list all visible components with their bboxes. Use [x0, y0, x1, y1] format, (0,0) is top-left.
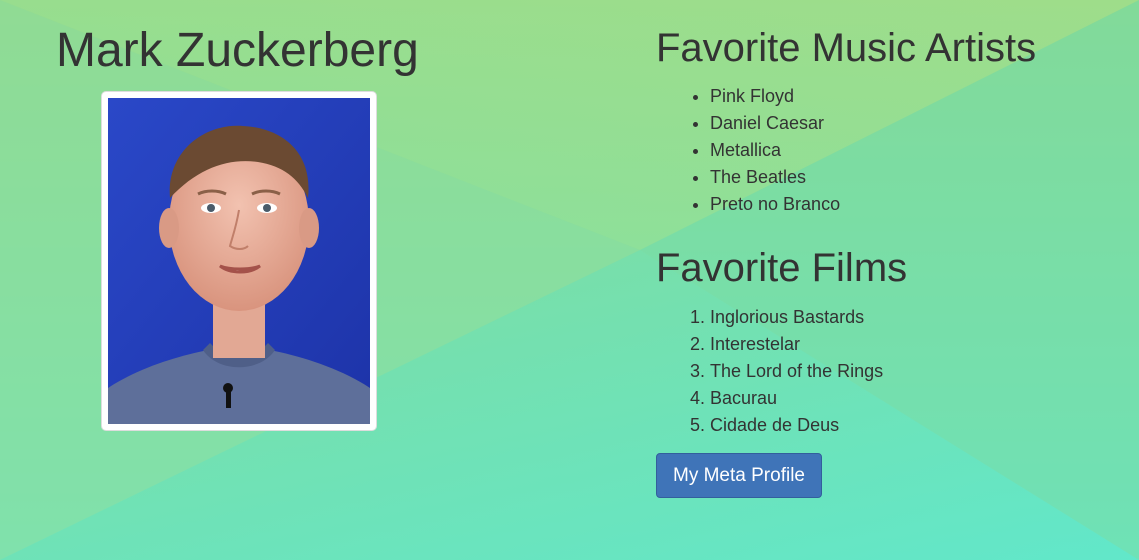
list-item: Cidade de Deus: [710, 412, 883, 439]
music-list: Pink Floyd Daniel Caesar Metallica The B…: [656, 83, 840, 218]
meta-profile-button[interactable]: My Meta Profile: [656, 453, 822, 498]
list-item: Bacurau: [710, 385, 883, 412]
list-item: Inglorious Bastards: [710, 304, 883, 331]
list-item: Daniel Caesar: [710, 110, 840, 137]
page-content: Mark Zuckerberg Favorite Music Artists •…: [0, 0, 1139, 560]
profile-name: Mark Zuckerberg: [56, 24, 419, 77]
profile-photo-frame: [102, 92, 376, 430]
films-heading: Favorite Films: [656, 246, 908, 290]
list-item: Interestelar: [710, 331, 883, 358]
list-item: The Beatles: [710, 164, 840, 191]
list-item: Preto no Branco: [710, 191, 840, 218]
list-item: The Lord of the Rings: [710, 358, 883, 385]
films-list: Inglorious Bastards Interestelar The Lor…: [656, 304, 883, 439]
music-heading: Favorite Music Artists: [656, 26, 1037, 70]
list-item: Metallica: [710, 137, 840, 164]
portrait-photo-icon: [108, 98, 370, 424]
list-item: Pink Floyd: [710, 83, 840, 110]
